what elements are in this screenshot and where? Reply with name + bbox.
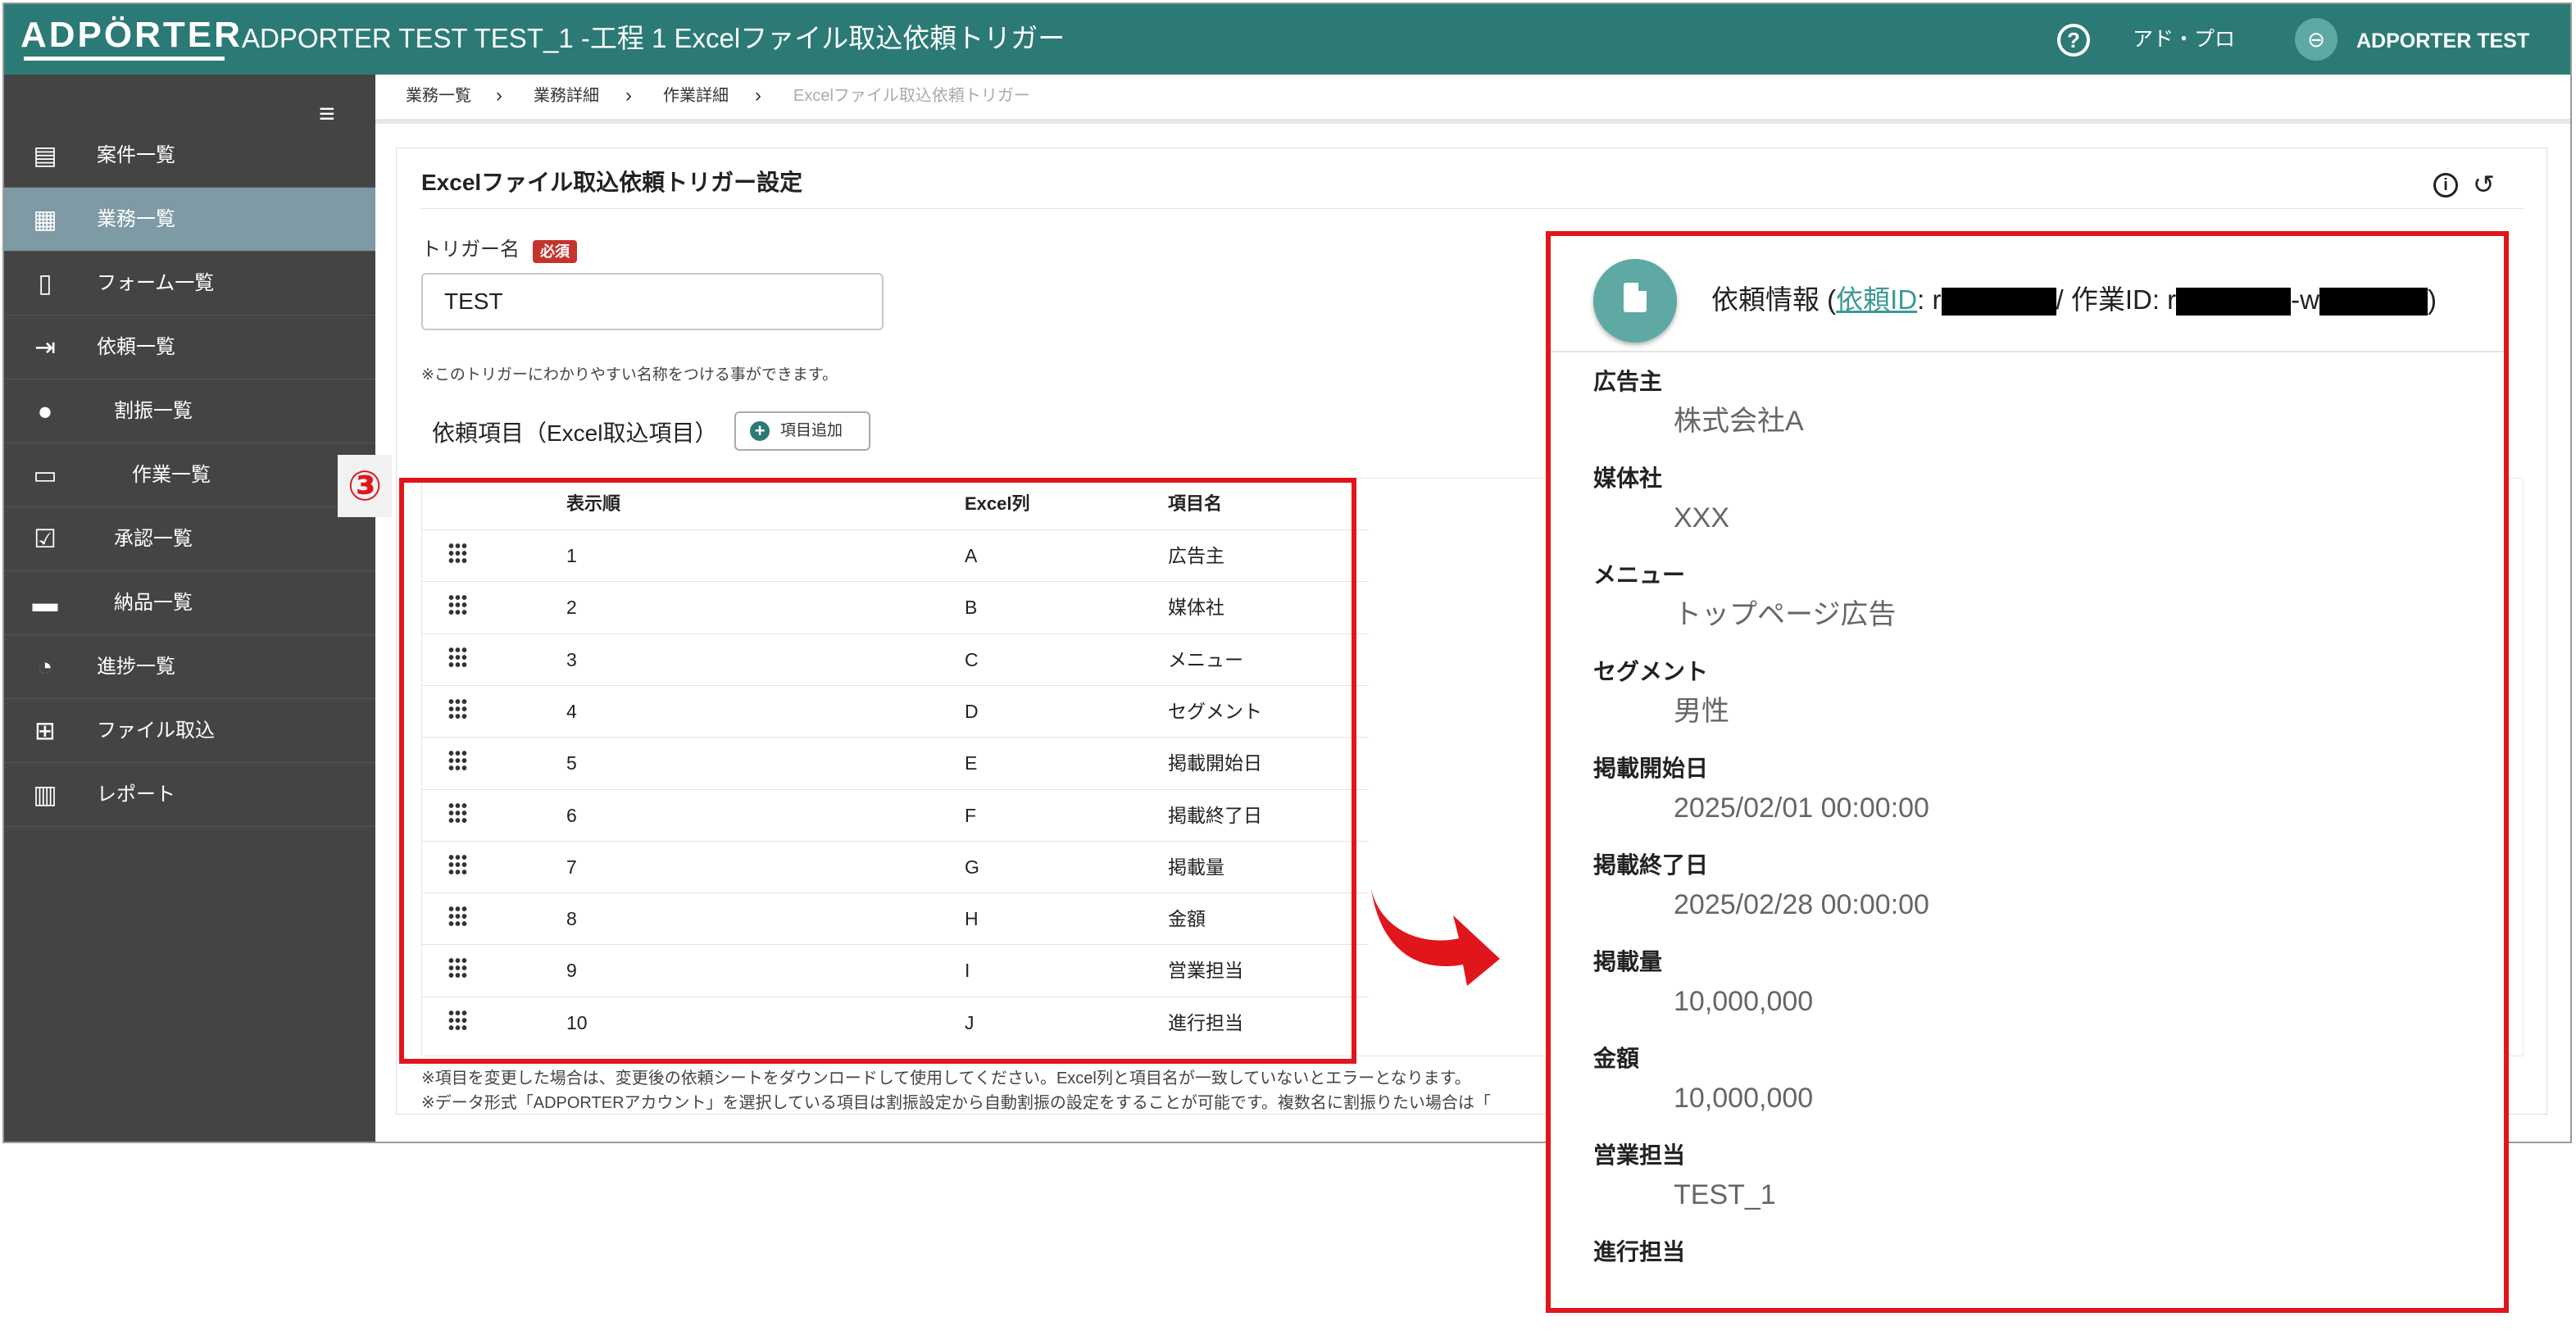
table-add-icon: ⊞ [34, 716, 56, 745]
field-value: トップページ広告 [1674, 599, 1897, 630]
panel-title: 依頼情報 (依頼ID: r / 作業ID: r -w) [1711, 282, 2437, 318]
request-items-title: 依頼項目（Excel取込項目） [432, 420, 718, 446]
request-id-prefix: : r [1917, 284, 1942, 315]
inbox-icon: ⇥ [34, 333, 56, 361]
document-icon: ▤ [33, 141, 57, 170]
sidebar-item-label: 割振一覧 [114, 400, 193, 422]
sidebar: ≡ ▤ 案件一覧 ▦ 業務一覧 ▯ フォーム一覧 ⇥ 依頼一覧 ● 割振一覧 ▭ 作業一覧 ☑ 承認一覧 ▬… [4, 75, 375, 1142]
sidebar-item-label: 作業一覧 [132, 464, 211, 486]
trigger-name-label: トリガー名 [421, 238, 520, 261]
plus-icon: + [750, 421, 770, 441]
field-label: 広告主 [1593, 369, 1663, 394]
task-id-w: -w [2291, 284, 2319, 315]
truck-icon: ▬ [32, 588, 58, 617]
breadcrumb-item-jobs[interactable]: 業務一覧 [406, 75, 471, 117]
page-title: ADPORTER TEST TEST_1 -工程 1 Excelファイル取込依頼… [242, 23, 1065, 53]
field-value: TEST_1 [1674, 1179, 1776, 1210]
request-id-link[interactable]: 依頼ID [1836, 284, 1917, 315]
sidebar-item-3[interactable]: ▯ フォーム一覧 [4, 252, 375, 316]
breadcrumb: 業務一覧 › 業務詳細 › 作業詳細 › Excelファイル取込依頼トリガー [375, 75, 2570, 124]
trigger-name-input[interactable] [421, 273, 884, 330]
sidebar-item-2[interactable]: ▦ 業務一覧 [4, 188, 375, 252]
top-bar: ADPÖRTER ADPORTER TEST TEST_1 -工程 1 Exce… [4, 4, 2570, 75]
help-circle-icon[interactable]: ? [2057, 24, 2090, 57]
field-label: セグメント [1593, 659, 1709, 684]
sidebar-item-label: 進捗一覧 [97, 656, 175, 678]
chevron-right-icon: › [755, 84, 761, 107]
logo[interactable]: ADPÖRTER [20, 16, 243, 55]
breadcrumb-item-task-detail[interactable]: 作業詳細 [663, 75, 729, 117]
sidebar-item-1[interactable]: ▤ 案件一覧 [4, 124, 375, 188]
sidebar-item-label: 案件一覧 [97, 144, 175, 166]
task-id-prefix: / 作業ID: r [2056, 284, 2177, 315]
field-label: 金額 [1593, 1046, 1640, 1071]
field-value: 2025/02/01 00:00:00 [1674, 792, 1929, 824]
monitor-icon: ▭ [33, 461, 57, 489]
field-value: 10,000,000 [1674, 1083, 1814, 1114]
field-value: 株式会社A [1674, 406, 1804, 437]
highlight-box [399, 478, 1356, 1064]
sidebar-item-9[interactable]: ◔ 進捗一覧 [4, 635, 375, 699]
add-item-button[interactable]: + 項目追加 [734, 411, 870, 451]
sidebar-item-label: 業務一覧 [97, 208, 175, 230]
field-value: 男性 [1674, 696, 1729, 727]
panel-title-suffix: ) [2428, 284, 2437, 315]
sidebar-item-4[interactable]: ⇥ 依頼一覧 [4, 316, 375, 379]
people-icon: ● [37, 397, 53, 425]
arrow-right-icon [1371, 889, 1500, 986]
field-label: 進行担当 [1593, 1239, 1686, 1265]
card-title: Excelファイル取込依頼トリガー設定 [421, 170, 803, 195]
bar-chart-icon: ▥ [33, 780, 57, 809]
username[interactable]: ADPORTER TEST [2356, 26, 2529, 56]
sidebar-item-label: 納品一覧 [114, 592, 193, 614]
chevron-right-icon: › [625, 84, 632, 107]
sidebar-item-label: レポート [97, 783, 175, 806]
breadcrumb-item-current: Excelファイル取込依頼トリガー [793, 87, 1030, 105]
approval-icon: ☑ [34, 524, 57, 553]
document-icon [1593, 259, 1677, 343]
field-label: 掲載開始日 [1593, 756, 1709, 781]
field-label: 営業担当 [1593, 1142, 1686, 1168]
field-value: 10,000,000 [1674, 986, 1814, 1017]
redacted-task-id [2176, 288, 2292, 316]
assignment-note: ※データ形式「ADPORTERアカウント」を選択している項目は割振設定から自動割… [421, 1094, 1491, 1112]
change-note: ※項目を変更した場合は、変更後の依頼シートをダウンロードして使用してください。E… [421, 1069, 1471, 1088]
step-marker: ③ [338, 455, 392, 517]
field-value: XXX [1674, 502, 1730, 534]
chevron-right-icon: › [496, 84, 502, 107]
trigger-name-note: ※このトリガーにわかりやすい名称をつける事ができます。 [421, 366, 838, 384]
field-label: 掲載終了日 [1593, 852, 1709, 878]
divider [1551, 351, 2504, 352]
sidebar-item-10[interactable]: ⊞ ファイル取込 [4, 699, 375, 763]
sidebar-item-label: 承認一覧 [114, 528, 193, 550]
info-icon[interactable]: i [2433, 173, 2458, 198]
field-label: 掲載量 [1593, 949, 1663, 974]
sidebar-item-8[interactable]: ▬ 納品一覧 [4, 571, 375, 635]
sidebar-item-11[interactable]: ▥ レポート [4, 763, 375, 827]
sidebar-item-label: ファイル取込 [97, 720, 215, 742]
field-label: メニュー [1593, 562, 1686, 588]
required-badge: 必須 [533, 240, 577, 263]
form-icon: ▯ [38, 269, 52, 297]
request-info-panel: 依頼情報 (依頼ID: r / 作業ID: r -w) 広告主 株式会社A 媒体社 XXX… [1546, 231, 2509, 1313]
building-icon: ▦ [33, 205, 57, 234]
sidebar-item-7[interactable]: ☑ 承認一覧 [4, 507, 375, 571]
history-icon[interactable]: ↺ [2473, 170, 2495, 199]
breadcrumb-item-job-detail[interactable]: 業務詳細 [534, 75, 599, 117]
logo-underline [24, 57, 225, 61]
sidebar-item-6[interactable]: ▭ 作業一覧 [4, 443, 375, 507]
sidebar-item-label: 依頼一覧 [97, 336, 175, 358]
user-org-link[interactable]: アド・プロ [2133, 25, 2235, 54]
sidebar-item-label: フォーム一覧 [97, 272, 215, 294]
panel-title-prefix: 依頼情報 ( [1711, 284, 1837, 315]
clock-icon: ◔ [37, 652, 53, 681]
add-item-label: 項目追加 [780, 422, 843, 439]
redacted-request-id [1941, 288, 2056, 316]
redacted-task-id-suffix [2319, 288, 2428, 316]
robot-icon[interactable]: ⊖ [2295, 18, 2337, 61]
field-value: 2025/02/28 00:00:00 [1674, 889, 1929, 920]
field-label: 媒体社 [1593, 465, 1663, 491]
divider [421, 208, 2524, 209]
sidebar-item-5[interactable]: ● 割振一覧 [4, 379, 375, 443]
